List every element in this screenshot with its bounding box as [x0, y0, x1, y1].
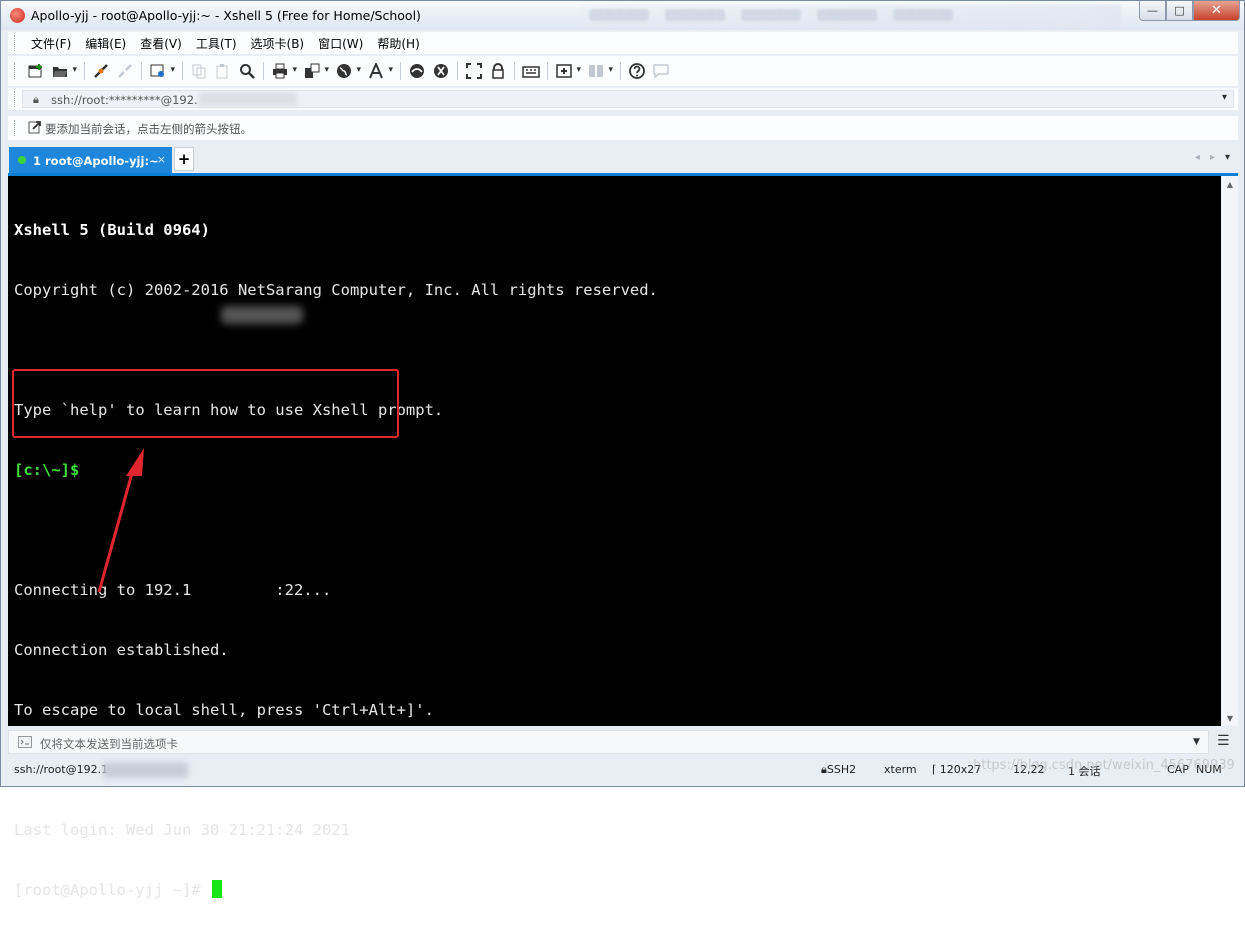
compose-placeholder: 仅将文本发送到当前选项卡 — [40, 737, 178, 751]
menu-help[interactable]: 帮助(H) — [370, 35, 426, 52]
keyboard-icon[interactable] — [522, 62, 540, 80]
minimize-button[interactable]: — — [1139, 1, 1166, 21]
tab-strip: 1 root@Apollo-yjj:~ × + ◂▸▾ — [8, 146, 1238, 176]
scroll-down-icon[interactable]: ▼ — [1222, 710, 1238, 726]
compose-menu-icon[interactable]: ☰ — [1217, 733, 1230, 749]
tab-session-1[interactable]: 1 root@Apollo-yjj:~ × — [9, 147, 172, 173]
menu-grip — [14, 35, 18, 51]
tab-close-icon[interactable]: × — [157, 153, 166, 166]
redacted-status-address — [103, 762, 188, 778]
session-hint-text: 要添加当前会话，点击左侧的箭头按钮。 — [45, 122, 252, 136]
disconnect-icon[interactable] — [116, 62, 134, 80]
connected-status-icon — [18, 156, 26, 164]
terminal-screen[interactable]: Xshell 5 (Build 0964) Copyright (c) 2002… — [8, 176, 1221, 899]
session-hint-bar: 要添加当前会话，点击左侧的箭头按钮。 — [8, 116, 1238, 140]
compose-icon — [18, 736, 32, 751]
title-bar: Apollo-yjj - root@Apollo-yjj:~ - Xshell … — [1, 1, 1244, 30]
watermark: https://blog.csdn.net/weixin_456769939 — [973, 758, 1235, 773]
compose-bar: 仅将文本发送到当前选项卡 ▼ ☰ — [8, 730, 1238, 754]
established-line: Connection established. — [14, 641, 229, 659]
menu-view[interactable]: 查看(V) — [133, 35, 189, 52]
tab-next-icon[interactable]: ▸ — [1210, 152, 1225, 163]
address-bar: 🔒︎ ssh://root:*********@192. ▾ — [8, 88, 1238, 110]
paste-icon[interactable] — [214, 62, 232, 80]
menu-file[interactable]: 文件(F) — [24, 35, 78, 52]
menu-tools[interactable]: 工具(T) — [189, 35, 244, 52]
escape-hint-line: To escape to local shell, press 'Ctrl+Al… — [14, 701, 434, 719]
blurred-background-tabs — [581, 5, 1121, 27]
properties-icon[interactable] — [149, 62, 175, 80]
connect-icon[interactable] — [92, 62, 110, 80]
toolbar — [8, 56, 1238, 86]
tab-label: 1 root@Apollo-yjj:~ — [33, 154, 159, 168]
address-dropdown-icon[interactable]: ▾ — [1222, 92, 1227, 103]
close-button[interactable]: ✕ — [1193, 1, 1240, 21]
status-terminal-type: xterm — [884, 763, 917, 776]
menu-window[interactable]: 窗口(W) — [311, 35, 370, 52]
print-icon[interactable] — [271, 62, 297, 80]
layout-icon[interactable] — [587, 62, 613, 80]
transfer-icon[interactable] — [303, 62, 329, 80]
address-field[interactable]: 🔒︎ ssh://root:*********@192. ▾ — [22, 90, 1234, 108]
address-text: ssh://root:*********@192. — [51, 93, 198, 107]
find-icon[interactable] — [238, 62, 256, 80]
menu-tab[interactable]: 选项卡(B) — [244, 35, 312, 52]
maximize-button[interactable]: □ — [1166, 1, 1193, 21]
window-title: Apollo-yjj - root@Apollo-yjj:~ - Xshell … — [31, 8, 421, 23]
fullscreen-icon[interactable] — [465, 62, 483, 80]
scroll-up-icon[interactable]: ▲ — [1222, 176, 1238, 192]
xshell-window: Apollo-yjj - root@Apollo-yjj:~ - Xshell … — [0, 0, 1245, 899]
menu-edit[interactable]: 编辑(E) — [78, 35, 133, 52]
highlight-box-annotation — [12, 369, 399, 438]
tab-list-icon[interactable]: ▾ — [1225, 152, 1230, 163]
redacted-ip — [221, 306, 303, 324]
add-tab-button[interactable]: + — [174, 147, 194, 171]
status-address: ssh://root@192.1 — [14, 763, 109, 776]
tab-navigation: ◂▸▾ — [1195, 152, 1230, 163]
toolbar-grip — [14, 63, 18, 79]
new-tab-icon[interactable] — [555, 62, 581, 80]
tab-prev-icon[interactable]: ◂ — [1195, 152, 1210, 163]
xshell-logo-icon — [10, 8, 25, 23]
padlock-icon: 🔒︎ — [33, 93, 39, 106]
remote-prompt-line: [root@Apollo-yjj ~]# — [14, 880, 658, 900]
open-folder-icon[interactable] — [51, 62, 77, 80]
lock-icon[interactable] — [489, 62, 507, 80]
xftp-icon[interactable] — [408, 62, 426, 80]
red-arrow-annotation — [97, 448, 144, 593]
terminal-cursor — [211, 880, 222, 898]
banner-copyright: Copyright (c) 2002-2016 NetSarang Comput… — [14, 281, 658, 299]
add-session-arrow-icon[interactable] — [28, 120, 42, 138]
help-icon[interactable] — [628, 62, 646, 80]
xmanager-icon[interactable] — [432, 62, 450, 80]
new-session-icon[interactable] — [27, 62, 45, 80]
window-controls: — □ ✕ — [1139, 1, 1240, 21]
remote-prompt: [root@Apollo-yjj ~]# — [14, 881, 210, 899]
status-protocol: 🔒︎SSH2 — [821, 763, 857, 776]
compose-input[interactable]: 仅将文本发送到当前选项卡 ▼ — [8, 730, 1209, 754]
resize-icon: ⌈ — [932, 763, 937, 776]
copy-icon[interactable] — [190, 62, 208, 80]
terminal-scrollbar[interactable]: ▲ ▼ — [1222, 176, 1238, 726]
globe-icon[interactable] — [335, 62, 361, 80]
font-icon[interactable] — [367, 62, 393, 80]
compose-dropdown-icon[interactable]: ▼ — [1193, 737, 1200, 747]
menu-bar: 文件(F) 编辑(E) 查看(V) 工具(T) 选项卡(B) 窗口(W) 帮助(… — [8, 32, 1238, 54]
last-login-line: Last login: Wed Jun 30 21:21:24 2021 — [14, 821, 350, 839]
redacted-address — [199, 92, 297, 106]
chat-icon[interactable] — [652, 62, 670, 80]
banner-title: Xshell 5 (Build 0964) — [14, 221, 210, 239]
